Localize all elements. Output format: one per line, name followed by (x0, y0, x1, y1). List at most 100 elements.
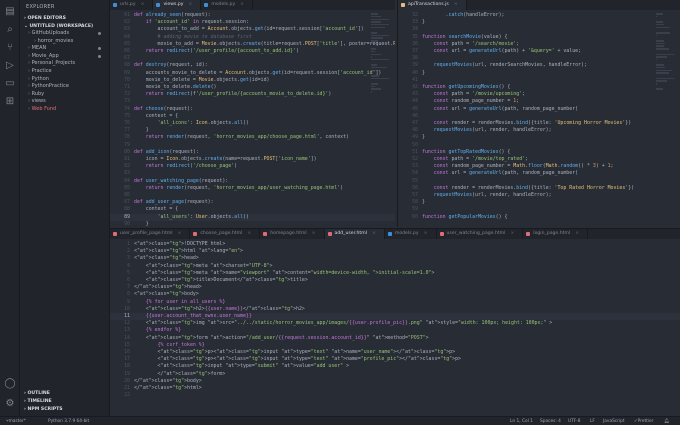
code-line[interactable]: 88 context = { (110, 206, 395, 213)
code-line[interactable]: 53 const random_page_number = Math.floor… (398, 163, 680, 170)
run-debug-icon[interactable]: ▷ (4, 60, 16, 72)
editor-tab[interactable]: user_profile_page.html × (110, 229, 191, 239)
minimap[interactable] (371, 12, 389, 227)
outline-section[interactable]: › OUTLINE (20, 389, 109, 397)
close-tab-icon[interactable]: × (141, 2, 145, 7)
notifications-bell-icon[interactable]: 🔔︎ (664, 417, 669, 425)
code-line[interactable]: 62 if 'account_id' in request.session: (110, 19, 395, 26)
code-line[interactable]: 15 {% csrf_token %} (110, 342, 680, 349)
code-line[interactable]: 40} (398, 70, 680, 77)
tree-item[interactable]: › Web Fund (20, 106, 109, 114)
code-line[interactable]: 89 'all_users': User.objects.all() (110, 213, 395, 221)
code-line[interactable]: 43 const path = '/movie/upcoming'; (398, 91, 680, 98)
code-line[interactable]: 52 const path = '/movie/top_rated'; (398, 156, 680, 163)
code-line[interactable]: 7 </"at">class="tg">head> (110, 284, 680, 291)
code-line[interactable]: 19 </"at">class="tg">form> (110, 371, 680, 378)
timeline-section[interactable]: › TIMELINE (20, 397, 109, 405)
code-line[interactable]: 42 function getUpcomingMovies() { (398, 84, 680, 91)
code-line[interactable]: 1 <"at">class="tg">!DOCTYPE html> (110, 241, 680, 248)
editor-tab[interactable]: urls.py × (110, 0, 154, 10)
code-line[interactable]: 72 return redirect(f'/user_profile/{acco… (110, 91, 395, 98)
code-line[interactable]: 34 (398, 26, 680, 33)
code-line[interactable]: 13 {% endfor %} (110, 327, 680, 334)
editor-tab[interactable]: login_page.html × (523, 229, 589, 239)
tree-item[interactable]: › PythonPractice (20, 83, 109, 91)
code-line[interactable]: 73 (110, 98, 395, 105)
code-line[interactable]: 14 <"at">class="tg">form "at">action="/a… (110, 335, 680, 342)
code-line[interactable]: 38 (398, 55, 680, 62)
files-icon[interactable]: ▤ (4, 6, 16, 18)
code-line[interactable]: 5 <"at">class="tg">meta "at">name="viewp… (110, 270, 680, 277)
minimap[interactable] (656, 12, 674, 227)
code-line[interactable]: 2 <"at">class="tg">html "at">lang="en"> (110, 248, 680, 255)
close-tab-icon[interactable]: × (424, 231, 428, 236)
editor-tab[interactable]: user_watching_page.html × (437, 229, 524, 239)
close-tab-icon[interactable]: × (312, 231, 316, 236)
code-line[interactable]: 69 accounts_movie_to_delete = Account.ob… (110, 70, 395, 77)
editor-tab[interactable]: models.py × (385, 229, 437, 239)
extensions-icon[interactable]: ⊞ (4, 96, 16, 108)
code-line[interactable]: 71 movie_to_delete.delete() (110, 84, 395, 91)
code-line[interactable]: 61 def already_seen(request): (110, 12, 395, 19)
editor-tab[interactable]: apiTransactions.js × (398, 0, 467, 10)
code-line[interactable]: 85 return render(request, 'horror_movies… (110, 185, 395, 192)
code-line[interactable]: 63 account_to_add = Account.objects.get(… (110, 26, 395, 33)
code-line[interactable]: 84 def user_watching_page(request): (110, 178, 395, 185)
code-line[interactable]: 80 def add_icon(request): (110, 149, 395, 156)
code-line[interactable]: 78 return render(request, 'horror_movies… (110, 134, 395, 141)
python-interpreter[interactable]: Python 3.7.9 64-bit (48, 417, 89, 425)
code-line[interactable]: 58} (398, 199, 680, 206)
editor-tab[interactable]: views.py × (153, 0, 202, 10)
close-tab-icon[interactable]: × (372, 231, 376, 236)
code-line[interactable]: 46 (398, 113, 680, 120)
code-line[interactable]: 3 <"at">class="tg">head> (110, 255, 680, 262)
code-line[interactable]: 10 <"at">class="tg">h2>{{user.name}}</"a… (110, 306, 680, 313)
code-line[interactable]: 59 (398, 206, 680, 213)
tree-item[interactable]: › Personal_Projects (20, 60, 109, 68)
code-line[interactable]: 47 const render = renderMovies.bind({tit… (398, 120, 680, 127)
code-line[interactable]: 77 } (110, 127, 395, 134)
code-line[interactable]: 22 (110, 392, 680, 399)
code-line[interactable]: 33} (398, 19, 680, 26)
search-icon[interactable]: ⌕ (4, 24, 16, 36)
code-line[interactable]: 9 {% for user in all_users %} (110, 299, 680, 306)
editor-tab[interactable]: models.py × (201, 0, 254, 10)
editor-tab[interactable]: choose_page.html × (190, 229, 261, 239)
tree-item[interactable]: › MEAN (20, 45, 109, 53)
close-tab-icon[interactable]: × (240, 2, 244, 7)
code-line[interactable]: 39 requestMovies(url, renderSearchMovies… (398, 62, 680, 69)
tree-item[interactable]: › Python (20, 76, 109, 84)
code-line[interactable]: 87 def add_user_page(request): (110, 199, 395, 206)
line-ending[interactable]: LF (590, 417, 595, 425)
code-line[interactable]: 54 const url = generateUrl(path, random_… (398, 170, 680, 177)
code-line[interactable]: 16 <"at">class="tg">p><"at">class="tg">i… (110, 349, 680, 356)
code-line[interactable]: 65 movie_to_add = Movie.objects.create(t… (110, 41, 395, 48)
code-line[interactable]: 66 return redirect('/user_profile/{accou… (110, 48, 395, 55)
code-line[interactable]: 68 def destroy(request, id): (110, 62, 395, 69)
close-tab-icon[interactable]: × (510, 231, 514, 236)
code-line[interactable]: 90 } (110, 221, 395, 227)
code-line[interactable]: 45 const url = generateUrl(path, random_… (398, 106, 680, 113)
editor-group-right[interactable]: apiTransactions.js × 32 .catch(handleErro… (397, 0, 680, 227)
cursor-position[interactable]: Ln 1, Col 1 (510, 417, 533, 425)
code-line[interactable]: 79 (110, 142, 395, 149)
encoding[interactable]: UTF-8 (568, 417, 581, 425)
close-tab-icon[interactable]: × (247, 231, 251, 236)
close-tab-icon[interactable]: × (189, 2, 193, 7)
tree-item[interactable]: › Movie_App (20, 53, 109, 61)
editor-tab[interactable]: add_user.html × (324, 229, 385, 239)
tree-item[interactable]: › views (20, 98, 109, 106)
tree-item[interactable]: › Practice (20, 68, 109, 76)
editor-group-bottom[interactable]: user_profile_page.html × choose_page.html ×… (110, 228, 680, 416)
code-line[interactable]: 20 </"at">class="tg">body> (110, 378, 680, 385)
code-line[interactable]: 4 <"at">class="tg">meta "at">charset="UT… (110, 263, 680, 270)
branch-indicator[interactable]: ⑂ master* (6, 417, 26, 425)
open-editors-section[interactable]: › OPEN EDITORS (20, 14, 109, 22)
language-mode[interactable]: JavaScript (603, 417, 625, 425)
code-line[interactable]: 67 (110, 55, 395, 62)
code-line[interactable]: 76 'all_icons': Icon.objects.all() (110, 120, 395, 127)
code-line[interactable]: 70 movie_to_delete = Movie.objects.get(i… (110, 77, 395, 84)
code-line[interactable]: 64 # adding movie to database first (110, 34, 395, 41)
code-line[interactable]: 6 <"at">class="tg">title>Document</"at">… (110, 277, 680, 284)
tree-item[interactable]: › Ruby (20, 91, 109, 99)
